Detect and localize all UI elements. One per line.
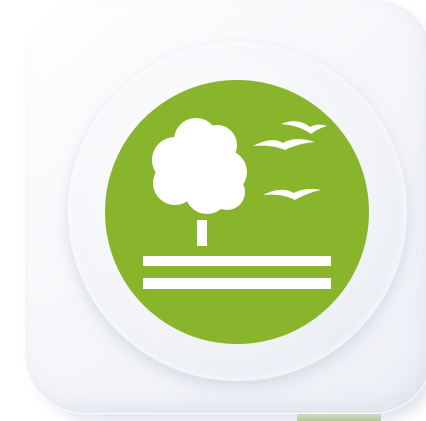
app-icon-canvas — [0, 0, 426, 421]
park-landscape-icon — [105, 80, 369, 344]
badge-circle — [105, 80, 369, 344]
